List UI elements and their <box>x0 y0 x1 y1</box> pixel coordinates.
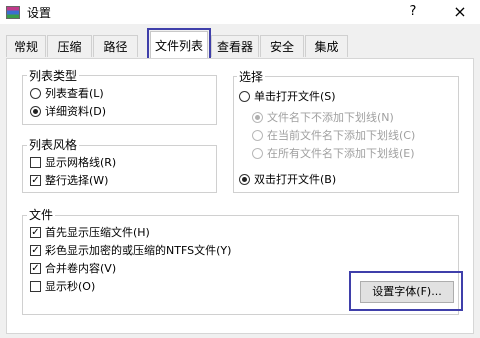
list-type-title: 列表类型 <box>27 67 80 84</box>
radio-icon <box>252 130 263 141</box>
checkmark-icon: ✓ <box>30 245 41 256</box>
winrar-icon <box>6 6 20 19</box>
tab-bar: 常规 压缩 路径 文件列表 查看器 安全 集成 <box>0 30 480 60</box>
radio-checked-icon <box>252 112 263 123</box>
checkbox-icon <box>30 281 41 292</box>
help-button[interactable]: ? <box>399 2 427 22</box>
title-bar: 设置 ? × <box>0 0 480 24</box>
active-tab-highlight <box>147 28 211 60</box>
radio-checked-icon <box>30 106 41 117</box>
tab-integration[interactable]: 集成 <box>305 35 348 57</box>
radio-icon <box>239 91 250 102</box>
tab-compression[interactable]: 压缩 <box>47 35 92 57</box>
checkmark-icon: ✓ <box>30 175 41 186</box>
radio-icon <box>30 88 41 99</box>
list-style-title: 列表风格 <box>27 136 80 153</box>
set-font-highlight <box>349 271 463 311</box>
tab-viewer[interactable]: 查看器 <box>211 35 259 57</box>
tab-security[interactable]: 安全 <box>260 35 304 57</box>
close-button[interactable]: × <box>445 2 475 22</box>
window-title: 设置 <box>27 6 52 20</box>
tab-general[interactable]: 常规 <box>6 35 46 57</box>
tab-paths[interactable]: 路径 <box>93 35 138 57</box>
checkmark-icon: ✓ <box>30 227 41 238</box>
select-title: 选择 <box>237 68 266 85</box>
checkbox-icon <box>30 157 41 168</box>
checkmark-icon: ✓ <box>30 263 41 274</box>
radio-checked-icon <box>239 174 250 185</box>
file-title: 文件 <box>27 206 56 223</box>
radio-icon <box>252 148 263 159</box>
